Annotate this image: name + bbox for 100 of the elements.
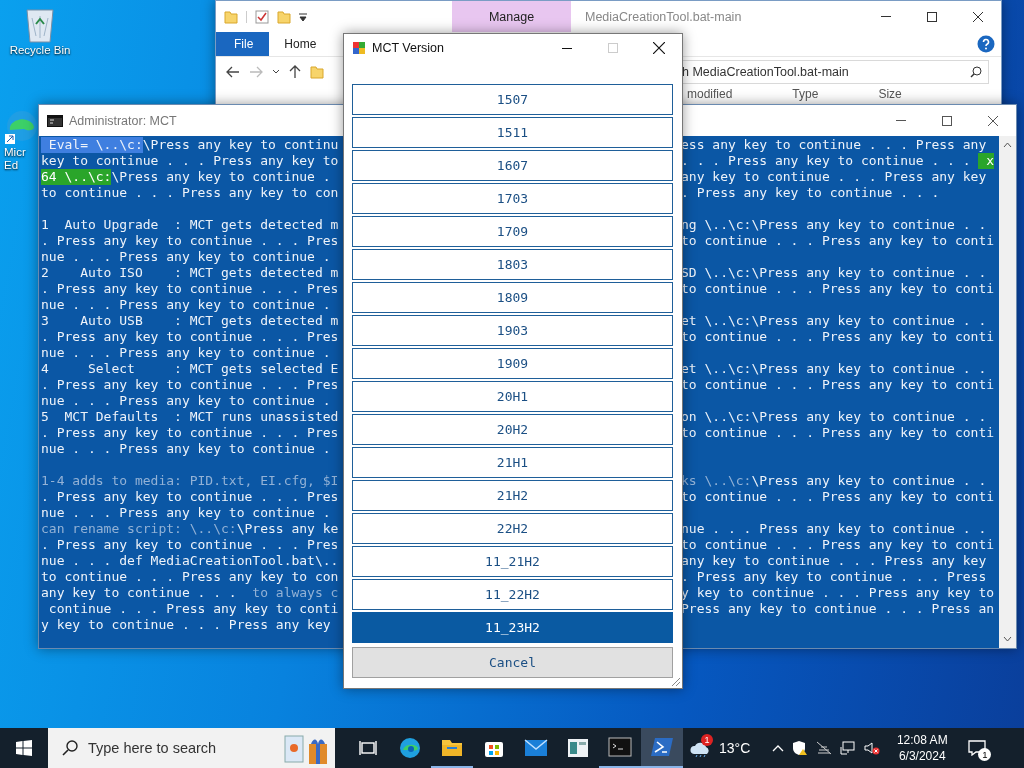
clock[interactable]: 12:08 AM 6/3/2024 [892, 732, 953, 764]
console-line: . Press any key to continue . . . Pres [41, 281, 340, 297]
context-tab[interactable]: Manage [452, 1, 571, 32]
console-line: can rename script: \..\c:\Press any ke [41, 521, 340, 537]
minimize-icon[interactable] [562, 47, 572, 49]
shield-icon[interactable] [792, 740, 809, 756]
version-button[interactable]: 1803 [352, 249, 673, 280]
volume-muted-icon[interactable] [864, 741, 881, 755]
window-title: Administrator: MCT [69, 113, 178, 128]
chevron-up-icon[interactable] [772, 744, 785, 752]
close-icon[interactable] [973, 11, 983, 22]
network-off-icon[interactable] [816, 741, 833, 755]
version-button[interactable]: 1709 [352, 216, 673, 247]
version-button[interactable]: 20H2 [352, 414, 673, 445]
dropdown-icon[interactable] [299, 11, 307, 22]
folder-icon [310, 65, 324, 79]
version-button[interactable]: 11_21H2 [352, 546, 673, 577]
console-line: 2 Auto ISO : MCT gets detected m [41, 265, 340, 281]
terminal-icon [608, 737, 632, 757]
ribbon-tab[interactable]: File [216, 32, 270, 56]
maximize-icon[interactable] [927, 11, 937, 22]
scroll-down-icon[interactable] [1003, 636, 1012, 642]
console-line: . Press any key to continue . . . Press [681, 569, 988, 585]
column-header[interactable]: Size [878, 87, 962, 101]
mail-icon [524, 739, 548, 757]
console-line: nue . . . Press any key to continue . [41, 393, 332, 409]
console-line: any key to continue . . . to always c [41, 585, 340, 601]
app-window-icon [567, 738, 589, 758]
console-line: . Press any key to continue . . . Pres [41, 537, 340, 553]
console-line: to continue . . . Press any key to conti [681, 233, 996, 249]
console-line: to continue . . . Press any key to conti [681, 425, 996, 441]
console-line: to continue . . . Press any key to con [41, 569, 340, 585]
taskbar-search-field[interactable]: Type here to search [48, 728, 335, 768]
notification-icon[interactable] [968, 740, 987, 756]
search-icon [970, 66, 982, 78]
console-line: 1 Auto Upgrade : MCT gets detected m [41, 217, 340, 233]
scroll-up-icon[interactable] [1003, 142, 1012, 148]
console-line: key to continue . . . Press any key to [41, 153, 340, 169]
column-header[interactable]: Type [792, 87, 879, 101]
console-line: . Press any key to continue . . . [681, 185, 941, 201]
version-button[interactable]: 11_22H2 [352, 579, 673, 610]
version-button[interactable]: 1809 [352, 282, 673, 313]
console-line: continue . . . Press any key to conti [47, 601, 340, 617]
weather-badge: 1 [701, 734, 713, 746]
help-icon[interactable] [977, 35, 995, 53]
window-title: MediaCreationTool.bat-main [585, 9, 743, 24]
version-button[interactable]: 1909 [352, 348, 673, 379]
console-line: y key to continue . . . Press any key [41, 617, 332, 633]
console-line: 1-4 adds to media: PID.txt, EI.cfg, $I [41, 473, 340, 489]
version-button[interactable]: 21H2 [352, 480, 673, 511]
console-line: nue . . . Press any key to continue . [41, 505, 332, 521]
close-icon[interactable] [988, 115, 998, 126]
console-line: nue . . . Press any key to continue . [41, 297, 332, 313]
console-line: nue . . . def MediaCreationTool.bat\.. [41, 553, 340, 569]
version-button[interactable]: 11_23H2 [352, 612, 673, 643]
console-line: . . . Press any key to continue . . . x [681, 153, 996, 169]
windows-logo-icon[interactable] [16, 740, 32, 756]
console-line: 4 Select : MCT gets selected E [41, 361, 340, 377]
version-button[interactable]: 1507 [352, 84, 673, 115]
monitor-icon[interactable] [840, 741, 857, 755]
dialog-title: MCT Version [372, 41, 445, 55]
cancel-button[interactable]: Cancel [352, 647, 673, 678]
console-line: . Press any key to continue . . . Pres [41, 233, 340, 249]
ribbon-tab[interactable]: Home [269, 32, 332, 56]
back-icon[interactable] [226, 66, 240, 78]
new-folder-icon [277, 9, 291, 24]
version-button[interactable]: 20H1 [352, 381, 673, 412]
properties-icon[interactable] [255, 9, 269, 24]
version-button[interactable]: 1903 [352, 315, 673, 346]
console-line: . Press any key to continue . . . Pres [41, 377, 340, 393]
version-button[interactable]: 21H1 [352, 447, 673, 478]
console-line: 64 \..\c:\Press any key to continue . [41, 169, 332, 185]
scrollbar[interactable] [999, 136, 1016, 648]
search-icon [62, 740, 78, 756]
console-line: nue . . . Press any key to continue . [41, 345, 332, 361]
console-line: 3 Auto USB : MCT gets detected m [41, 313, 340, 329]
app-icon [352, 41, 366, 55]
console-line: Eval= \..\c:\Press any key to continu [41, 137, 344, 153]
version-button[interactable]: 22H2 [352, 513, 673, 544]
resize-grip-icon[interactable] [670, 676, 681, 687]
maximize-icon[interactable] [942, 115, 952, 126]
version-button[interactable]: 1511 [352, 117, 673, 148]
console-line: to continue . . . Press any key to conti [681, 377, 996, 393]
chevron-down-icon[interactable] [272, 69, 280, 75]
folder-icon [224, 9, 238, 24]
folder-icon [441, 737, 463, 757]
console-line: to continue . . . Press any key to conti [681, 537, 996, 553]
close-icon[interactable] [653, 42, 665, 54]
notification-count: 1 [978, 748, 992, 761]
console-line: . Press any key to continue . . . Pres [41, 425, 340, 441]
console-line: nue . . . Press any key to continue . [41, 441, 332, 457]
temperature[interactable]: 13°C [719, 740, 751, 756]
version-button[interactable]: 1607 [352, 150, 673, 181]
console-line: to continue . . . Press any key to con [41, 185, 340, 201]
up-icon[interactable] [289, 65, 301, 79]
console-line: . Press any key to continue . . . Pres [41, 489, 340, 505]
powershell-icon [650, 737, 674, 757]
version-button[interactable]: 1703 [352, 183, 673, 214]
console-line: ks \..\c:\Press any key to continue . . [681, 473, 988, 489]
column-header[interactable]: modified [687, 87, 793, 101]
